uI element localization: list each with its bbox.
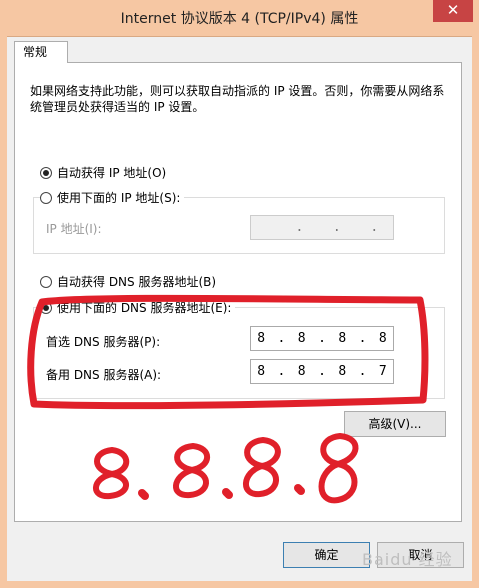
ip-dot: . [318, 364, 326, 379]
ip-dot: . [358, 364, 367, 379]
ip-address-input[interactable]: . . . [250, 215, 394, 240]
window-title: Internet 协议版本 4 (TCP/IPv4) 属性 [120, 11, 359, 27]
alternate-dns-label: 备用 DNS 服务器(A): [46, 368, 162, 382]
ip-dot: . [277, 331, 286, 346]
auto-dns-label: 自动获得 DNS 服务器地址(B) [57, 275, 217, 289]
ok-button[interactable]: 确定 [283, 542, 370, 568]
auto-ip-option[interactable]: 自动获得 IP 地址(O) [40, 164, 166, 181]
manual-ip-label: 使用下面的 IP 地址(S): [57, 191, 181, 205]
advanced-button[interactable]: 高级(V)... [344, 411, 446, 437]
auto-dns-radio[interactable] [40, 275, 52, 288]
ip-octet: 8 [378, 331, 387, 346]
ip-dot: . [277, 364, 286, 379]
ip-dot: . [370, 220, 379, 235]
manual-dns-option[interactable]: 使用下面的 DNS 服务器地址(E): [40, 299, 236, 316]
tab-general[interactable]: 常规 [14, 41, 68, 63]
ip-address-label: IP 地址(I): [46, 222, 102, 236]
manual-ip-radio[interactable] [40, 191, 52, 204]
ip-dot: . [358, 331, 367, 346]
preferred-dns-input[interactable]: 8 . 8 . 8 . 8 [250, 326, 394, 351]
ip-octet: 8 [257, 331, 266, 346]
cancel-button[interactable]: 取消 [377, 542, 464, 568]
preferred-dns-label: 首选 DNS 服务器(P): [46, 335, 161, 349]
auto-ip-label: 自动获得 IP 地址(O) [57, 166, 167, 180]
manual-dns-radio[interactable] [40, 301, 52, 314]
ip-dot: . [295, 220, 304, 235]
auto-dns-option[interactable]: 自动获得 DNS 服务器地址(B) [40, 273, 216, 290]
manual-ip-option[interactable]: 使用下面的 IP 地址(S): [40, 189, 185, 206]
alternate-dns-input[interactable]: 8 . 8 . 8 . 7 [250, 359, 394, 384]
manual-dns-label: 使用下面的 DNS 服务器地址(E): [57, 301, 232, 315]
ip-dot: . [332, 220, 341, 235]
general-panel [14, 62, 462, 522]
ip-dot: . [318, 331, 326, 346]
close-icon: ✕ [446, 1, 460, 19]
ip-octet: 8 [297, 364, 306, 379]
ip-octet: 8 [297, 331, 306, 346]
description-text: 如果网络支持此功能，则可以获取自动指派的 IP 设置。否则，你需要从网络系统管理… [30, 84, 445, 114]
close-button[interactable]: ✕ [433, 0, 473, 22]
ip-octet: 8 [257, 364, 266, 379]
ip-octet: 7 [378, 364, 387, 379]
auto-ip-radio[interactable] [40, 166, 52, 179]
ip-octet: 8 [338, 331, 347, 346]
ip-octet: 8 [338, 364, 347, 379]
title-bar: Internet 协议版本 4 (TCP/IPv4) 属性 ✕ [0, 0, 479, 37]
manual-dns-group [33, 307, 445, 399]
